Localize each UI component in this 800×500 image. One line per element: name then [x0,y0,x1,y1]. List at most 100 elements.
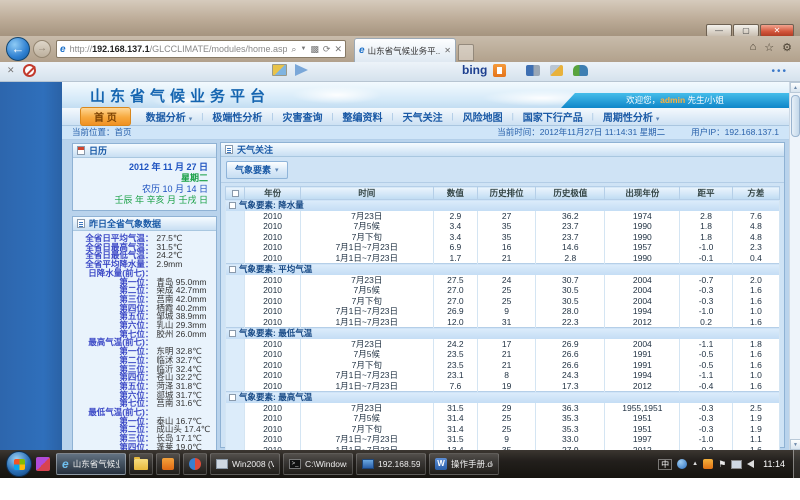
new-tab-button[interactable] [458,44,474,61]
column-header[interactable]: 距平 [680,187,733,200]
table-row[interactable]: 20107月1日~7月23日6.91614.61957-1.02.3 [226,242,780,253]
taskbar-button-media[interactable] [183,453,207,475]
ime-indicator[interactable]: 中 [658,459,672,470]
refresh-icon[interactable]: ⟳ [323,44,331,55]
table-group-row[interactable]: 气象要素: 最高气温 [226,392,780,403]
menu-item-4[interactable]: 灾害查询 [273,109,331,124]
messenger-tray-icon[interactable] [677,459,687,469]
browser-nav-row: ← → e http://192.168.137.1/GLCCLIMATE/mo… [0,36,800,62]
table-row[interactable]: 20107月23日2.92736.219742.87.6 [226,211,780,222]
more-options-dots[interactable]: ••• [771,66,788,77]
column-header[interactable]: 时间 [300,187,433,200]
menu-item-7[interactable]: 风险地图 [454,109,512,124]
column-header[interactable]: 出现年份 [605,187,680,200]
table-row[interactable]: 20107月5候31.42535.31951-0.31.9 [226,413,780,424]
element-selector-button[interactable]: 气象要素 ▾ [226,161,288,179]
checkbox[interactable] [232,190,239,197]
table-row[interactable]: 20107月下旬3.43523.719901.84.8 [226,232,780,243]
table-row[interactable]: 20107月1日~7月23日26.9928.01994-1.01.0 [226,306,780,317]
table-row[interactable]: 20107月5候27.02530.52004-0.31.6 [226,285,780,296]
network-icon[interactable] [731,460,742,469]
menu-item-3[interactable]: 极端性分析 [203,109,271,124]
scrollbar-thumb[interactable] [791,95,800,137]
table-row[interactable]: 20107月23日24.21726.92004-1.11.8 [226,339,780,350]
url-text[interactable]: http://192.168.137.1/GLCCLIMATE/modules/… [70,44,288,54]
menu-item-2[interactable]: 数据分析▾ [137,109,202,124]
table-group-row[interactable]: 气象要素: 降水量 [226,200,780,211]
taskbar-button-word[interactable]: W操作手册.docx ... [429,453,499,475]
table-row[interactable]: 20107月下旬23.52126.61991-0.51.6 [226,360,780,371]
bing-app-icon[interactable] [493,64,506,77]
table-group-row[interactable]: 气象要素: 最低气温 [226,328,780,339]
table-row[interactable]: 20101月1日~7月23日7.61917.32012-0.41.6 [226,381,780,392]
table-cell: 2012 [605,381,680,392]
volume-icon[interactable] [747,460,754,468]
taskbar-button-folder[interactable] [129,453,153,475]
people-icon[interactable] [573,65,588,76]
tools-gear-icon[interactable]: ⚙ [782,41,792,54]
table-row[interactable]: 20107月下旬31.42535.31951-0.31.9 [226,424,780,435]
messenger-icon[interactable] [526,65,540,76]
table-cell: 24.3 [536,370,605,381]
checkbox[interactable] [229,266,236,273]
table-cell: 21 [478,360,536,371]
stats-title: 昨日全省气象数据 [89,217,161,230]
table-row[interactable]: 20107月23日27.52430.72004-0.72.0 [226,275,780,286]
stop-icon[interactable]: ✕ [334,44,342,55]
address-bar[interactable]: e http://192.168.137.1/GLCCLIMATE/module… [56,40,346,58]
checkbox[interactable] [229,330,236,337]
taskbar-button-app-orange[interactable] [156,453,180,475]
taskbar-button-remote[interactable]: 192.168.59.99... [356,453,426,475]
menu-item-6[interactable]: 天气关注 [394,109,452,124]
table-row[interactable]: 20107月5候3.43523.719901.84.8 [226,221,780,232]
compatibility-view-icon[interactable]: ▩ [310,44,319,55]
hidden-icons-chevron[interactable]: ▲ [692,461,698,467]
pinned-app-icon[interactable] [36,457,50,471]
column-header[interactable]: 数值 [433,187,477,200]
scrollbar[interactable]: ▲ ▼ [789,82,800,450]
menu-item-8[interactable]: 国家下行产品 [514,109,592,124]
security-tray-icon[interactable] [703,459,713,469]
action-center-flag-icon[interactable]: ⚑ [718,459,726,469]
home-icon[interactable]: ⌂ [750,41,757,54]
menu-item-9[interactable]: 周期性分析▾ [594,109,669,124]
show-desktop-button[interactable] [793,450,800,478]
tab-close-icon[interactable]: ✕ [444,46,451,55]
table-row[interactable]: 20101月1日~7月23日1.7212.81990-0.10.4 [226,253,780,264]
table-cell: 2010 [245,413,300,424]
table-group-row[interactable]: 气象要素: 平均气温 [226,264,780,275]
table-row[interactable]: 20107月5候23.52126.61991-0.51.6 [226,349,780,360]
close-toolbar-icon[interactable]: ✕ [7,65,15,76]
start-button[interactable] [6,451,32,477]
checkbox[interactable] [229,394,236,401]
bing-logo[interactable]: bing [462,63,487,77]
scroll-down-icon[interactable]: ▼ [790,439,800,450]
column-header[interactable]: 历史排位 [478,187,536,200]
column-header[interactable]: 历史极值 [536,187,605,200]
taskbar-clock[interactable]: 11:14 [763,459,785,469]
favorites-star-icon[interactable]: ☆ [764,41,774,54]
back-button[interactable]: ← [6,37,30,61]
browser-tab[interactable]: e 山东省气候业务平... ✕ [354,38,456,62]
taskbar-button-ie[interactable]: e山东省气候业... [56,453,126,475]
cards-icon[interactable] [272,64,287,76]
search-icon[interactable]: ⌕ [291,44,296,55]
checkbox[interactable] [229,202,236,209]
menu-item-1[interactable]: 首 页 [80,107,131,126]
table-row[interactable]: 20101月1日~7月23日12.03122.320120.21.6 [226,317,780,328]
table-cell: 4.8 [732,232,779,243]
table-row[interactable]: 20107月1日~7月23日23.1824.31994-1.11.0 [226,370,780,381]
column-header[interactable]: 方差 [732,187,779,200]
table-row[interactable]: 20107月下旬27.02530.52004-0.31.6 [226,296,780,307]
menu-item-5[interactable]: 整编资料 [334,109,392,124]
send-icon[interactable] [295,64,308,76]
taskbar-button-window[interactable]: Win2008 (VS2... [210,453,280,475]
chevron-down-icon[interactable]: ▼ [300,46,306,52]
forward-button[interactable]: → [33,40,51,58]
table-row[interactable]: 20107月1日~7月23日31.5933.01997-1.01.1 [226,434,780,445]
taskbar-button-console[interactable]: >_C:\Windows\s... [283,453,353,475]
column-header[interactable]: 年份 [245,187,300,200]
scroll-up-icon[interactable]: ▲ [790,82,800,93]
table-row[interactable]: 20107月23日31.52936.31955,1951-0.32.5 [226,403,780,414]
toolbox-icon[interactable] [550,65,563,76]
